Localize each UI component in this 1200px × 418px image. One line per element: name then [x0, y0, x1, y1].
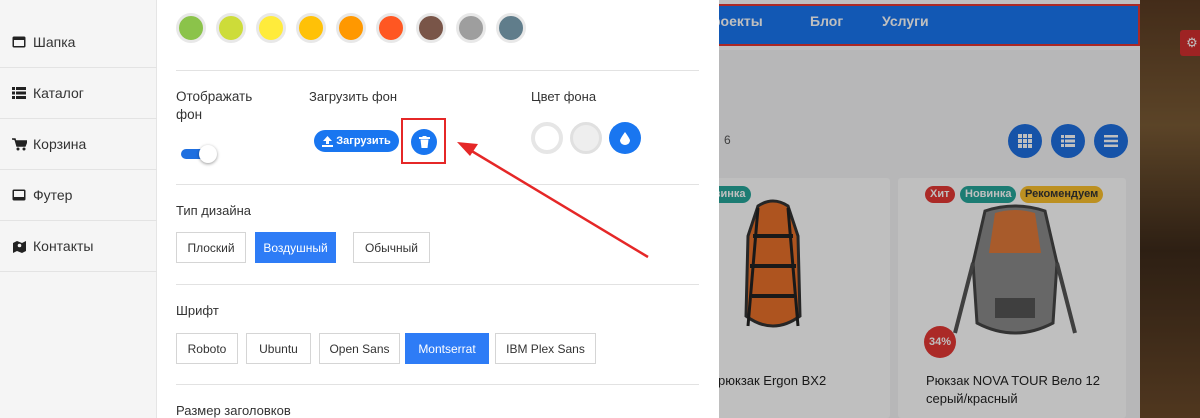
recommend-badge: Рекомендуем — [1020, 186, 1104, 203]
font-option[interactable]: Ubuntu — [246, 333, 311, 364]
product-count: 6 — [724, 133, 731, 147]
sidebar-item-contacts[interactable]: Контакты — [0, 221, 157, 272]
heading-size-label: Размер заголовков — [176, 403, 291, 418]
color-swatch[interactable] — [296, 13, 326, 43]
sidebar-item-header[interactable]: Шапка — [0, 17, 157, 68]
font-option[interactable]: Open Sans — [319, 333, 400, 364]
font-option[interactable]: Montserrat — [405, 333, 489, 364]
color-swatch[interactable] — [376, 13, 406, 43]
background-photo — [1140, 0, 1200, 418]
window-icon — [11, 34, 27, 50]
table-view-button[interactable] — [1094, 124, 1128, 158]
bg-color-white[interactable] — [531, 122, 563, 154]
settings-gear-icon[interactable]: ⚙ — [1180, 30, 1200, 56]
contacts-icon — [11, 238, 27, 254]
list-icon — [1061, 135, 1075, 147]
backpack-image — [744, 199, 802, 328]
show-bg-label: Отображать фон — [176, 89, 253, 122]
sidebar-item-label: Шапка — [33, 34, 76, 50]
product-title[interactable]: рюкзак Ergon BX2 — [718, 372, 826, 390]
nav-item-projects[interactable]: роекты — [712, 13, 763, 29]
droplet-icon — [620, 131, 630, 145]
font-option[interactable]: IBM Plex Sans — [495, 333, 596, 364]
font-label: Шрифт — [176, 303, 219, 318]
list-view-button[interactable] — [1051, 124, 1085, 158]
color-swatch[interactable] — [216, 13, 246, 43]
discount-badge: 34% — [924, 326, 956, 358]
color-swatch[interactable] — [256, 13, 286, 43]
design-type-label: Тип дизайна — [176, 203, 251, 218]
product-title[interactable]: Рюкзак NOVA TOUR Вело 12 серый/красный — [926, 372, 1126, 408]
color-swatch[interactable] — [456, 13, 486, 43]
sidebar-item-catalog[interactable]: Каталог — [0, 68, 157, 119]
upload-bg-button[interactable]: Загрузить — [314, 130, 399, 152]
highlight-box — [401, 118, 446, 164]
sidebar-item-label: Футер — [33, 187, 73, 203]
list-icon — [11, 85, 27, 101]
color-swatch[interactable] — [496, 13, 526, 43]
grid-view-button[interactable] — [1008, 124, 1042, 158]
menu-icon — [1104, 135, 1118, 147]
sidebar-item-footer[interactable]: Футер — [0, 170, 157, 221]
divider — [176, 384, 699, 385]
toggle-knob — [199, 145, 217, 163]
upload-bg-label: Загрузить фон — [309, 89, 398, 104]
grid-icon — [1018, 134, 1032, 148]
cart-icon — [11, 136, 27, 152]
sidebar-item-label: Контакты — [33, 238, 94, 254]
font-option[interactable]: Roboto — [176, 333, 238, 364]
design-type-option[interactable]: Плоский — [176, 232, 246, 263]
nav-item-blog[interactable]: Блог — [810, 13, 843, 29]
backpack-image — [953, 204, 1077, 335]
nav-item-services[interactable]: Услуги — [882, 13, 929, 29]
settings-sidebar: Шапка Каталог Корзина Футер Контакты — [0, 0, 157, 418]
divider — [176, 184, 699, 185]
bg-color-grey[interactable] — [570, 122, 602, 154]
upload-icon — [322, 135, 334, 147]
color-swatch[interactable] — [416, 13, 446, 43]
show-bg-toggle[interactable] — [181, 145, 217, 163]
divider — [176, 284, 699, 285]
design-type-option[interactable]: Обычный — [353, 232, 430, 263]
hit-badge: Хит — [925, 186, 955, 203]
design-settings-panel: Отображать фон Загрузить фон Цвет фона Т… — [157, 0, 719, 418]
footer-icon — [11, 187, 27, 203]
bg-color-custom[interactable] — [609, 122, 641, 154]
sidebar-item-cart[interactable]: Корзина — [0, 119, 157, 170]
sidebar-item-label: Корзина — [33, 136, 87, 152]
new-badge: Новинка — [960, 186, 1017, 203]
bg-color-label: Цвет фона — [531, 89, 597, 104]
sidebar-item-label: Каталог — [33, 85, 84, 101]
design-type-option[interactable]: Воздушный — [255, 232, 336, 263]
color-swatch[interactable] — [176, 13, 206, 43]
divider — [176, 70, 699, 71]
upload-button-label: Загрузить — [336, 135, 391, 147]
color-swatch[interactable] — [336, 13, 366, 43]
